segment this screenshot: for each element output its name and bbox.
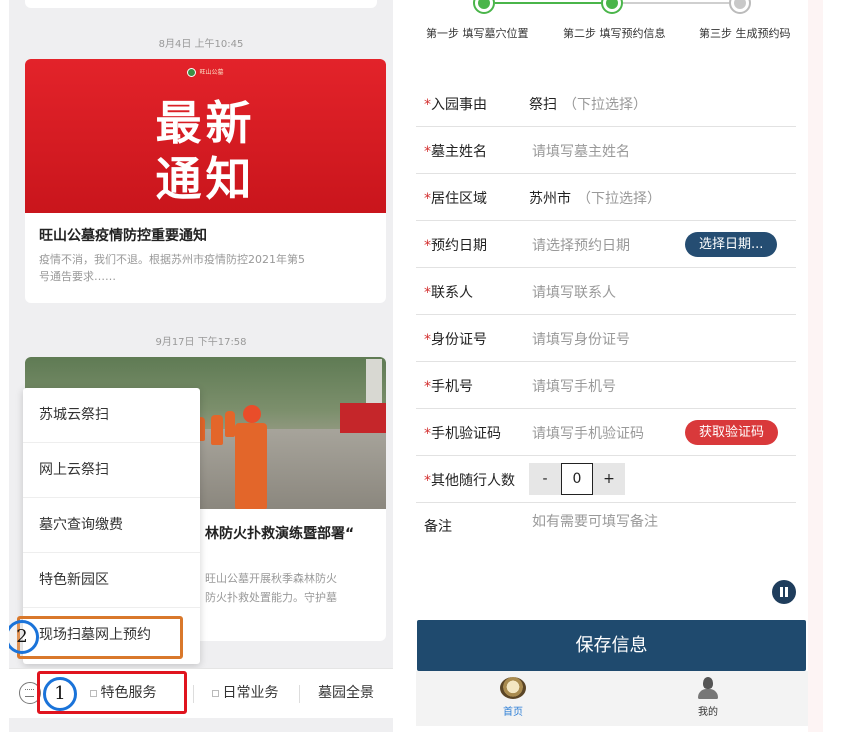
previous-card-edge [25,0,377,8]
step-1-label: 第一步 填写墓穴位置 [426,27,529,40]
decrement-button[interactable]: - [529,463,561,495]
menu-item-new-garden-area[interactable]: 特色新园区 [23,553,200,608]
companions-count[interactable]: 0 [561,463,593,495]
banner-text-line2: 通知 [155,152,256,206]
step-3-label: 第三步 生成预约码 [699,27,791,40]
cemetery-logo-icon: 旺山公墓 [25,67,386,77]
field-entry-reason[interactable]: *入园事由 祭扫 （下拉选择） [416,80,796,127]
left-phone-screen: 8月4日 上午10:45 旺山公墓 最新 通知 旺山公墓疫情防控重要通知 疫情不… [9,0,393,732]
highlight-box-reservation [17,616,183,659]
get-code-button[interactable]: 获取验证码 [685,420,779,445]
right-margin [808,0,823,732]
field-id-card[interactable]: *身份证号 请填写身份证号 [416,315,796,362]
step-2-label: 第二步 填写预约信息 [563,27,666,40]
step-3-pending-icon [729,0,751,14]
field-contact-person[interactable]: *联系人 请填写联系人 [416,268,796,315]
residence-region-select[interactable]: 苏州市 （下拉选择） [529,188,661,208]
sms-code-input[interactable]: 请填写手机验证码 [532,423,644,443]
home-icon [500,677,526,699]
menu-item-sucheng-cloud-sweep[interactable]: 苏城云祭扫 [23,388,200,443]
entry-reason-select[interactable]: 祭扫 （下拉选择） [529,94,647,114]
step-2-current-icon [601,0,623,14]
field-sms-code[interactable]: *手机验证码 请填写手机验证码 获取验证码 [416,409,796,456]
tab-cemetery-panorama[interactable]: 墓园全景 [301,669,391,719]
bottom-nav: 首页 我的 [416,671,808,726]
field-companions: *其他随行人数 - 0 + [416,456,796,503]
increment-button[interactable]: + [593,463,625,495]
news-title: 林防火扑救演练暨部署“ [205,526,355,542]
menu-item-tomb-query-payment[interactable]: 墓穴查询缴费 [23,498,200,553]
id-card-input[interactable]: 请填写身份证号 [532,329,630,349]
feed-timestamp: 9月17日 下午17:58 [155,337,247,348]
save-info-button[interactable]: 保存信息 [417,620,806,671]
reservation-date-input[interactable]: 请选择预约日期 [532,235,630,255]
contact-person-input[interactable]: 请填写联系人 [532,282,616,302]
user-icon [695,677,721,699]
field-phone[interactable]: *手机号 请填写手机号 [416,362,796,409]
news-summary: 旺山公墓开展秋季森林防火 防火扑救处置能力。守护墓 [205,572,337,604]
pause-icon[interactable] [772,580,796,604]
news-card-notice[interactable]: 旺山公墓 最新 通知 旺山公墓疫情防控重要通知 疫情不消，我们不退。根据苏州市疫… [25,59,386,303]
news-summary: 疫情不消，我们不退。根据苏州市疫情防控2021年第5 号通告要求…… [39,253,305,283]
menu-item-online-cloud-sweep[interactable]: 网上云祭扫 [23,443,200,498]
remark-label: 备注 [424,519,452,535]
phone-input[interactable]: 请填写手机号 [532,376,616,396]
feed-timestamp: 8月4日 上午10:45 [158,39,244,50]
step-1-done-icon [473,0,495,14]
news-title: 旺山公墓疫情防控重要通知 [39,228,207,244]
remark-textarea[interactable]: 如有需要可填写备注 [532,511,658,531]
field-owner-name[interactable]: *墓主姓名 请填写墓主姓名 [416,127,796,174]
step-marker-1: 1 [43,677,77,711]
field-residence-region[interactable]: *居住区域 苏州市 （下拉选择） [416,174,796,221]
choose-date-button[interactable]: 选择日期... [685,232,778,257]
right-phone-screen: 第一步 填写墓穴位置 第二步 填写预约信息 第三步 生成预约码 *入园事由 祭扫… [416,0,808,732]
nav-mine[interactable]: 我的 [678,677,738,718]
tab-daily-business[interactable]: 日常业务 [195,669,295,719]
nav-home[interactable]: 首页 [483,677,543,718]
notice-banner-image: 旺山公墓 最新 通知 [25,59,386,213]
companions-stepper: - 0 + [529,463,625,495]
menu-icon [211,689,219,697]
owner-name-input[interactable]: 请填写墓主姓名 [532,141,630,161]
field-reservation-date[interactable]: *预约日期 请选择预约日期 选择日期... [416,221,796,268]
